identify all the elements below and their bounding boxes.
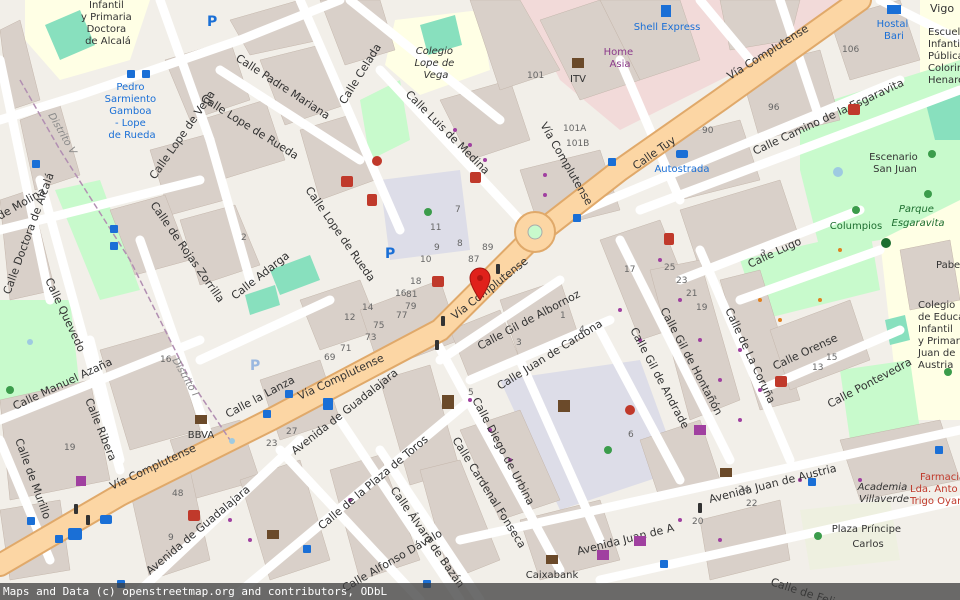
svg-text:1: 1	[560, 311, 566, 321]
shop-icon	[597, 550, 609, 560]
svg-text:96: 96	[768, 103, 780, 113]
svg-text:69: 69	[324, 353, 336, 363]
poi-autostrada: Autostrada	[654, 164, 709, 175]
svg-text:2: 2	[241, 233, 247, 243]
school-icon	[442, 395, 454, 409]
svg-text:10: 10	[420, 255, 432, 265]
parking-icon: P	[250, 358, 260, 374]
fountain-icon	[27, 339, 33, 345]
svg-text:22: 22	[746, 499, 757, 509]
svg-text:17: 17	[624, 265, 635, 275]
car-icon	[676, 150, 688, 158]
svg-text:4: 4	[579, 325, 585, 335]
itv-icon	[572, 58, 584, 68]
poi-academia-villaverde: Academia Villaverde	[857, 482, 911, 505]
poi-colegio-doctora: Infantil y Primaria Doctora de Alcalá	[81, 0, 135, 47]
svg-text:23: 23	[266, 439, 277, 449]
svg-text:81: 81	[406, 290, 417, 300]
svg-text:13: 13	[812, 363, 823, 373]
svg-text:27: 27	[286, 427, 297, 437]
svg-text:101B: 101B	[566, 139, 589, 149]
shop-icon	[634, 536, 646, 546]
svg-text:5: 5	[468, 388, 474, 398]
svg-text:16: 16	[395, 289, 407, 299]
svg-text:71: 71	[340, 344, 351, 354]
svg-text:3: 3	[516, 338, 522, 348]
parking-icon: P	[207, 14, 217, 30]
poi-columpios: Columpios	[830, 221, 882, 232]
shell-icon	[661, 5, 671, 17]
svg-text:8: 8	[457, 239, 463, 249]
bank-icon	[267, 530, 279, 539]
svg-text:12: 12	[344, 313, 355, 323]
svg-text:6: 6	[628, 430, 634, 440]
svg-text:20: 20	[692, 517, 704, 527]
poi-pabe: Pabe	[936, 260, 960, 271]
map-attribution: Maps and Data (c) openstreetmap.org and …	[0, 583, 960, 600]
dog-park-icon	[881, 238, 891, 248]
svg-text:7: 7	[455, 205, 461, 215]
shop-icon	[694, 425, 706, 435]
fountain-icon	[833, 167, 843, 177]
svg-text:23: 23	[676, 276, 687, 286]
taxi-icon	[100, 515, 112, 524]
svg-text:24: 24	[738, 485, 750, 495]
svg-text:9: 9	[168, 533, 174, 543]
svg-text:106: 106	[842, 45, 859, 55]
svg-text:19: 19	[696, 303, 708, 313]
bank-icon	[720, 468, 732, 477]
svg-text:48: 48	[172, 489, 184, 499]
svg-text:18: 18	[410, 277, 422, 287]
svg-text:87: 87	[468, 255, 479, 265]
poi-caixabank: Caixabank	[526, 570, 579, 581]
svg-text:11: 11	[430, 223, 441, 233]
shop-icon	[76, 476, 86, 486]
poi-escenario-san-juan: Escenario San Juan	[869, 152, 921, 175]
map-canvas[interactable]: Vía Complutense Vía Complutense Vía Comp…	[0, 0, 960, 600]
poi-vigo: Vigo	[930, 2, 954, 15]
svg-text:101: 101	[527, 71, 544, 81]
poi-shell-express: Shell Express	[634, 22, 701, 33]
fuel-icon	[323, 398, 333, 410]
svg-text:89: 89	[482, 243, 494, 253]
svg-text:73: 73	[365, 333, 376, 343]
svg-text:14: 14	[362, 303, 374, 313]
bank-icon	[195, 415, 207, 424]
fountain-icon	[229, 438, 235, 444]
svg-text:90: 90	[702, 126, 714, 136]
svg-text:75: 75	[373, 321, 384, 331]
parking-icon: P	[385, 246, 395, 262]
poi-escuela-infantil: Escuela Infantil Pública Colorines Henar…	[928, 27, 960, 86]
svg-text:16: 16	[160, 355, 172, 365]
poi-bbva: BBVA	[188, 430, 215, 441]
svg-text:101A: 101A	[563, 124, 587, 134]
poi-itv: ITV	[570, 74, 586, 85]
svg-text:77: 77	[396, 311, 407, 321]
cafe-icon	[558, 400, 570, 412]
svg-text:21: 21	[686, 289, 697, 299]
bus-station-icon	[68, 528, 82, 540]
bank-icon	[546, 555, 558, 564]
svg-text:25: 25	[664, 263, 675, 273]
svg-text:3: 3	[760, 249, 766, 259]
hotel-icon	[887, 5, 901, 14]
svg-text:19: 19	[64, 443, 76, 453]
svg-text:15: 15	[826, 353, 837, 363]
svg-text:9: 9	[434, 243, 440, 253]
roundabout-center	[527, 224, 543, 240]
